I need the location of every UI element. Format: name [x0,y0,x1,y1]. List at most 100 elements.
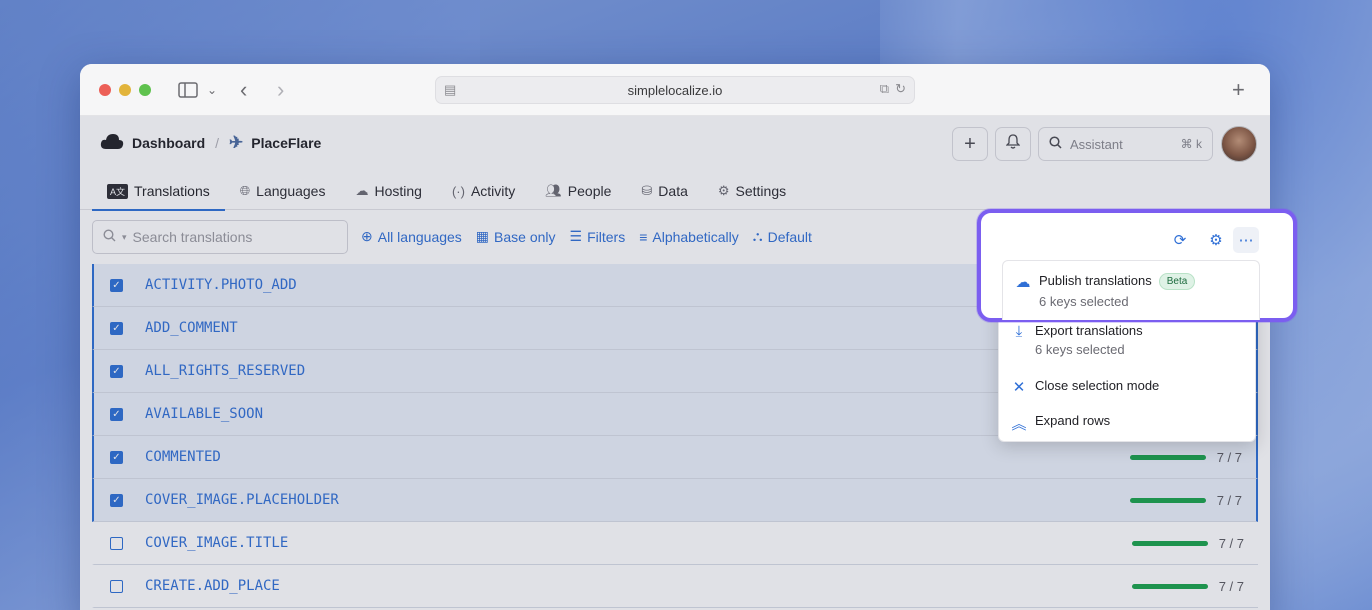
maximize-window-button[interactable] [139,84,151,96]
menu-item-subtitle: 6 keys selected [1035,342,1125,357]
tab-languages[interactable]: 🌐︎ Languages [225,172,341,210]
add-button[interactable]: + [952,127,988,161]
close-icon: ✕ [1012,379,1026,396]
menu-item-title: Expand rows [1035,413,1111,428]
translation-key[interactable]: COVER_IMAGE.TITLE [145,535,288,551]
row-checkbox[interactable] [110,536,123,550]
expand-rows-item[interactable]: ︽ Expand rows [1011,413,1110,434]
filters-button[interactable]: ☰ Filters [570,228,626,245]
row-checkbox[interactable]: ✓ [110,278,123,292]
page-icon: ▤ [444,82,457,97]
export-translations-item[interactable]: ⤓ Export translations 6 keys selected [1011,323,1143,357]
cloud-icon: ☁ [355,183,369,198]
cloud-icon: ☁ [1015,274,1031,291]
base-only-filter[interactable]: ▦ Base only [476,228,556,245]
row-checkbox[interactable]: ✓ [110,493,123,507]
sort-button[interactable]: ≡ Alphabetically [639,228,739,245]
gear-icon: ⚙ [717,183,730,198]
assistant-placeholder: Assistant [1070,136,1123,152]
search-translations-input[interactable]: ▾ Search translations [92,220,348,254]
progress-count: 7 / 7 [1218,536,1244,551]
building-icon: ▦ [475,228,490,244]
globe-icon: 🌐︎ [239,183,251,198]
sort-icon: ≡ [639,228,648,245]
tab-data[interactable]: ⛁ Data [626,172,702,210]
chevron-down-icon: ▾ [122,231,127,242]
row-checkbox[interactable]: ✓ [110,321,123,335]
new-tab-button[interactable]: + [1232,77,1245,102]
filter-label: All languages [377,228,462,245]
tab-hosting[interactable]: ☁ Hosting [340,172,436,210]
menu-item-title: Publish translations [1039,273,1152,288]
tab-people[interactable]: 👥︎ People [530,172,626,210]
gear-icon[interactable]: ⚙ [1203,227,1229,253]
translation-key[interactable]: CREATE.ADD_PLACE [145,578,280,594]
progress-count: 7 / 7 [1216,493,1242,508]
progress-count: 7 / 7 [1216,450,1242,465]
row-checkbox[interactable]: ✓ [110,364,123,378]
progress-bar [1130,455,1206,460]
shapes-icon: ⛬ [752,228,763,244]
all-languages-filter[interactable]: ⊕ All languages [361,228,462,245]
row-checkbox[interactable]: ✓ [110,450,123,464]
tab-label: Languages [256,183,326,199]
view-button[interactable]: ⛬ Default [753,228,812,245]
translate-page-icon[interactable]: ⧉ [880,81,889,97]
tab-activity[interactable]: (·) Activity [437,172,530,210]
translation-key[interactable]: AVAILABLE_SOON [145,406,263,422]
project-name[interactable]: PlaceFlare [251,135,321,151]
logo-icon[interactable] [100,132,124,153]
close-window-button[interactable] [99,84,111,96]
minimize-window-button[interactable] [119,84,131,96]
menu-item-title: Export translations [1035,323,1143,338]
forward-icon[interactable]: › [277,77,284,102]
tab-bar: A文 Translations 🌐︎ Languages ☁ Hosting (… [80,172,1270,211]
assistant-shortcut: ⌘ k [1180,137,1202,151]
translation-key[interactable]: ADD_COMMENT [145,320,238,336]
row-checkbox[interactable]: ✓ [110,407,123,421]
publish-translations-item[interactable]: ☁ Publish translations Beta 6 keys select… [1002,260,1260,320]
chevron-down-icon[interactable]: ⌄ [207,78,217,102]
translation-key[interactable]: COMMENTED [145,449,221,465]
tab-label: Settings [735,183,787,199]
app-header: Dashboard / ✈ PlaceFlare + Assistant ⌘ k [80,116,1270,172]
tab-label: Translations [134,183,210,199]
menu-item-title: Close selection mode [1035,378,1160,393]
translation-key[interactable]: COVER_IMAGE.PLACEHOLDER [145,492,339,508]
browser-window: ⌄ ‹ › ▤ simplelocalize.io ⧉ ↻ + Dashboar… [80,64,1270,610]
table-row[interactable]: ✓ COMMENTED 7 / 7 [92,436,1258,479]
translation-key[interactable]: ALL_RIGHTS_RESERVED [145,363,305,379]
sidebar-toggle-icon[interactable] [176,78,200,102]
bell-icon [1005,134,1021,154]
filter-label: Filters [587,228,626,245]
reload-icon[interactable]: ↻ [895,81,906,97]
translate-icon: A文 [107,183,129,199]
notifications-button[interactable] [995,127,1031,161]
browser-titlebar: ⌄ ‹ › ▤ simplelocalize.io ⧉ ↻ + [80,64,1270,116]
table-row[interactable]: ✓ COVER_IMAGE.PLACEHOLDER 7 / 7 [92,479,1258,522]
table-row[interactable]: COVER_IMAGE.TITLE 7 / 7 [92,522,1258,565]
more-options-icon[interactable]: ⋯ [1233,227,1259,253]
tab-label: Data [658,183,688,199]
assistant-search[interactable]: Assistant ⌘ k [1038,127,1213,161]
user-avatar[interactable] [1221,126,1257,162]
url-text: simplelocalize.io [627,82,723,98]
search-icon [103,229,116,245]
download-icon: ⤓ [1015,323,1023,340]
translation-key[interactable]: ACTIVITY.PHOTO_ADD [145,277,297,293]
filter-label: Default [767,228,812,245]
table-row[interactable]: CREATE.ADD_PLACE 7 / 7 [92,565,1258,608]
menu-item-subtitle: 6 keys selected [1039,294,1129,310]
tab-settings[interactable]: ⚙ Settings [703,172,801,210]
dashboard-link[interactable]: Dashboard [132,135,205,151]
back-icon[interactable]: ‹ [240,77,247,102]
filter-label: Base only [494,228,556,245]
refresh-icon[interactable]: ⟳ [1167,227,1193,253]
row-checkbox[interactable] [110,579,123,593]
progress-count: 7 / 7 [1218,579,1244,594]
tab-translations[interactable]: A文 Translations [92,172,225,211]
close-selection-mode-item[interactable]: ✕ Close selection mode [1011,378,1160,396]
chevrons-up-icon: ︽ [1011,416,1027,433]
tab-label: Hosting [374,183,422,199]
address-bar[interactable]: ▤ simplelocalize.io ⧉ ↻ [435,76,915,104]
